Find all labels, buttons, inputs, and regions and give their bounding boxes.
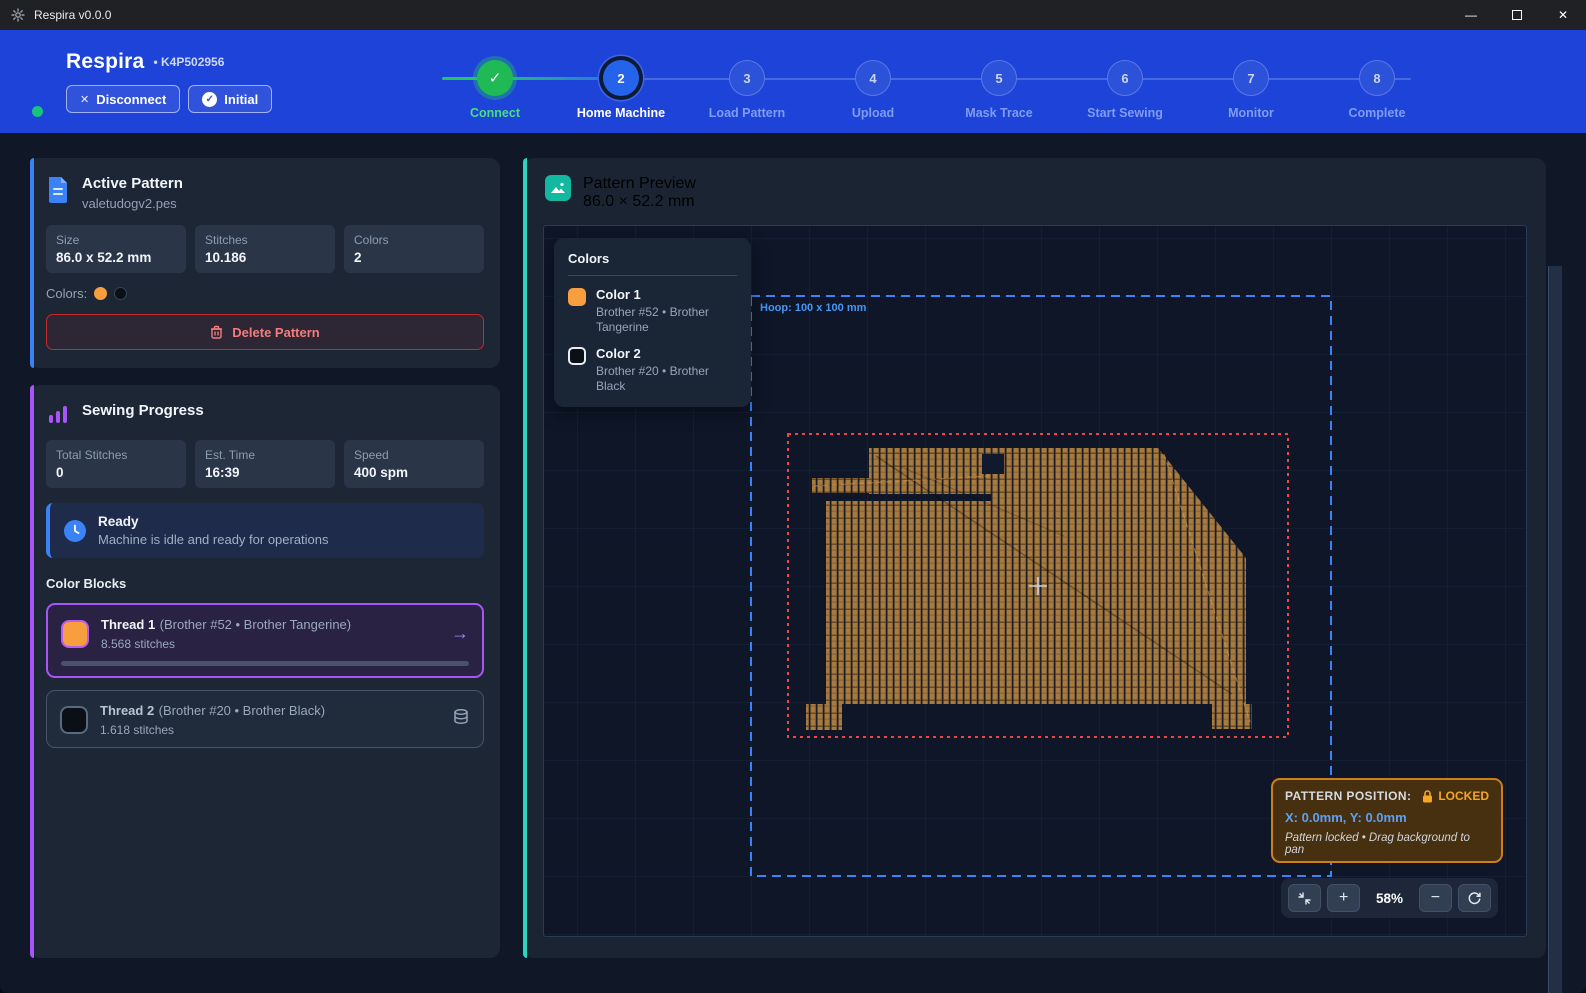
- stat-colors: Colors 2: [344, 225, 484, 273]
- legend-swatch-black: [568, 347, 586, 365]
- maximize-button[interactable]: [1494, 0, 1540, 30]
- colors-legend: Colors Color 1 Brother #52 • Brother Tan…: [554, 238, 751, 407]
- locked-badge: LOCKED: [1438, 789, 1489, 803]
- card-accent: [30, 385, 34, 958]
- card-accent: [523, 158, 527, 958]
- thread-swatch: [61, 620, 89, 648]
- pattern-coordinates: X: 0.0mm, Y: 0.0mm: [1285, 810, 1489, 825]
- legend-item-color1: Color 1 Brother #52 • Brother Tangerine: [568, 287, 737, 335]
- pan-hint: Pattern locked • Drag background to pan: [1285, 832, 1489, 856]
- card-title: Active Pattern: [82, 175, 183, 192]
- embroidery-pattern: [806, 448, 1252, 730]
- card-title: Sewing Progress: [82, 402, 204, 419]
- disconnect-button[interactable]: ✕ Disconnect: [66, 85, 180, 113]
- status-title: Ready: [98, 514, 329, 529]
- scrollbar[interactable]: [1548, 266, 1562, 993]
- thread-swatch: [60, 706, 88, 734]
- stat-stitches: Stitches 10.186: [195, 225, 335, 273]
- app-icon: [10, 7, 26, 23]
- card-accent: [30, 158, 34, 368]
- stat-speed: Speed 400 spm: [344, 440, 484, 488]
- machine-serial: • K4P502956: [153, 55, 224, 69]
- sewing-progress-card: Sewing Progress Total Stitches 0 Est. Ti…: [30, 385, 500, 958]
- close-button[interactable]: ✕: [1540, 0, 1586, 30]
- titlebar: Respira v0.0.0 — ✕: [0, 0, 1586, 30]
- app-name: Respira: [66, 50, 144, 74]
- workflow-stepper: ✓ Connect 2 Home Machine 3 Load Pattern …: [432, 30, 1442, 133]
- fit-view-icon: [1297, 891, 1312, 906]
- status-description: Machine is idle and ready for operations: [98, 532, 329, 547]
- zoom-in-button[interactable]: +: [1327, 884, 1360, 912]
- step-home-machine[interactable]: 2 Home Machine: [558, 30, 684, 120]
- step-complete[interactable]: 8 Complete: [1314, 30, 1440, 120]
- thread-block-2[interactable]: Thread 2 (Brother #20 • Brother Black) 1…: [46, 690, 484, 748]
- app-window: Respira v0.0.0 — ✕ Respira • K4P502956 ✕…: [0, 0, 1586, 993]
- color-swatch-orange: [94, 287, 107, 300]
- clock-icon: [64, 520, 86, 542]
- zoom-level: 58%: [1366, 891, 1413, 906]
- zoom-out-button[interactable]: −: [1419, 884, 1452, 912]
- image-icon: [545, 175, 571, 201]
- maximize-icon: [1512, 10, 1522, 20]
- layers-icon: [452, 708, 470, 731]
- main-content: Active Pattern valetudogv2.pes Size 86.0…: [0, 133, 1586, 993]
- step-connect[interactable]: ✓ Connect: [432, 30, 558, 120]
- stat-total-stitches: Total Stitches 0: [46, 440, 186, 488]
- pattern-position-overlay: PATTERN POSITION: LOCKED X: 0.0mm, Y: 0.…: [1271, 778, 1503, 863]
- check-icon: ✓: [477, 60, 513, 96]
- stat-size: Size 86.0 x 52.2 mm: [46, 225, 186, 273]
- active-pattern-card: Active Pattern valetudogv2.pes Size 86.0…: [30, 158, 500, 368]
- window-title: Respira v0.0.0: [34, 8, 111, 22]
- pattern-dimensions: 86.0 × 52.2 mm: [583, 193, 696, 211]
- close-icon: ✕: [80, 93, 89, 106]
- zoom-controls: + 58% −: [1281, 878, 1498, 918]
- connection-status-dot: [32, 106, 43, 117]
- pattern-preview-card: Pattern Preview 86.0 × 52.2 mm: [523, 158, 1546, 958]
- refresh-icon: [1467, 891, 1482, 906]
- pattern-filename: valetudogv2.pes: [82, 196, 183, 211]
- color-swatch-black: [114, 287, 127, 300]
- legend-swatch-orange: [568, 288, 586, 306]
- step-mask-trace[interactable]: 5 Mask Trace: [936, 30, 1062, 120]
- step-load-pattern[interactable]: 3 Load Pattern: [684, 30, 810, 120]
- header: Respira • K4P502956 ✕ Disconnect ✓ Initi…: [0, 30, 1586, 133]
- file-icon: [46, 175, 70, 203]
- reset-view-button[interactable]: [1458, 884, 1491, 912]
- hoop-size-label: Hoop: 100 x 100 mm: [760, 302, 866, 314]
- color-blocks-label: Color Blocks: [46, 576, 484, 591]
- stat-est-time: Est. Time 16:39: [195, 440, 335, 488]
- step-start-sewing[interactable]: 6 Start Sewing: [1062, 30, 1188, 120]
- fit-view-button[interactable]: [1288, 884, 1321, 912]
- minimize-button[interactable]: —: [1448, 0, 1494, 30]
- trash-icon: [210, 325, 223, 339]
- thread-block-1[interactable]: Thread 1 (Brother #52 • Brother Tangerin…: [46, 603, 484, 678]
- thread-progress-bar: [61, 661, 469, 666]
- legend-item-color2: Color 2 Brother #20 • Brother Black: [568, 346, 737, 394]
- initial-button[interactable]: ✓ Initial: [188, 85, 272, 113]
- card-title: Pattern Preview: [583, 175, 696, 193]
- step-upload[interactable]: 4 Upload: [810, 30, 936, 120]
- check-circle-icon: ✓: [202, 92, 217, 107]
- step-monitor[interactable]: 7 Monitor: [1188, 30, 1314, 120]
- machine-status-banner: Ready Machine is idle and ready for oper…: [46, 503, 484, 558]
- preview-canvas[interactable]: Hoop: 100 x 100 mm Colors Color 1 Brothe…: [543, 225, 1527, 937]
- colors-label: Colors:: [46, 286, 87, 301]
- lock-icon: [1422, 790, 1433, 803]
- bar-chart-icon: [46, 402, 70, 426]
- arrow-right-icon: →: [451, 623, 469, 644]
- delete-pattern-button[interactable]: Delete Pattern: [46, 314, 484, 350]
